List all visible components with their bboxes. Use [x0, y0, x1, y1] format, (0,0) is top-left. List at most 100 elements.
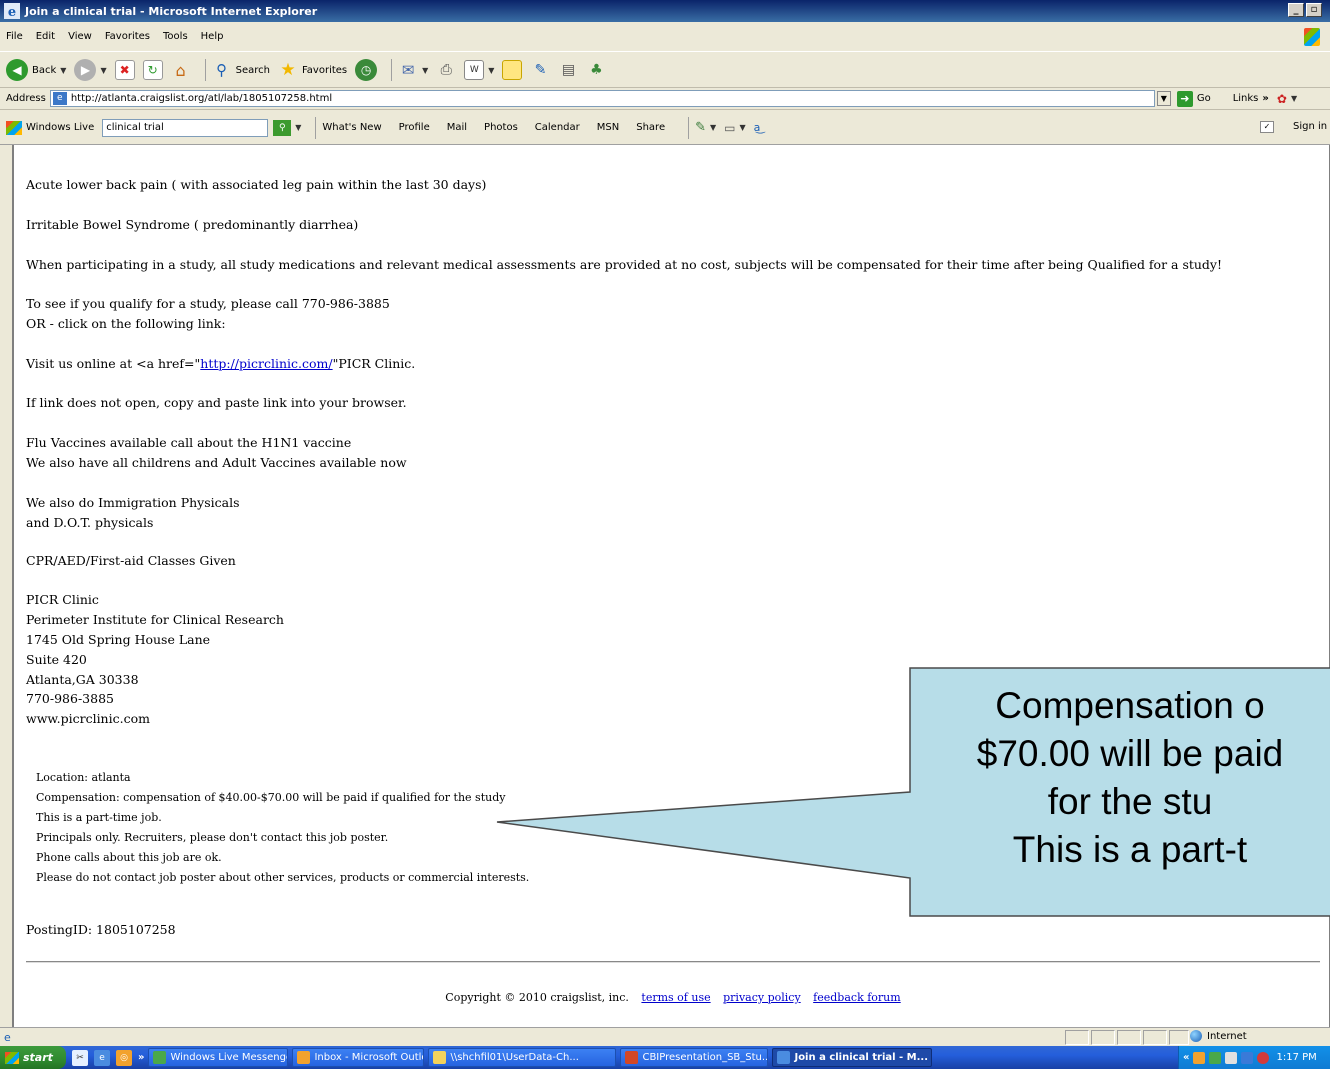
messenger-button[interactable]: ♣ — [586, 60, 606, 80]
favorites-button[interactable]: ★ Favorites — [278, 60, 347, 80]
detail-line: Compensation: compensation of $40.00-$70… — [36, 791, 506, 804]
live-tools-dropdown-icon[interactable]: ▼ — [710, 123, 716, 132]
address-dropdown-icon[interactable]: ▼ — [1156, 91, 1171, 106]
start-button[interactable]: start — [0, 1046, 66, 1069]
tray-outlook-icon[interactable] — [1193, 1051, 1206, 1064]
menu-view[interactable]: View — [68, 31, 92, 42]
back-button[interactable]: ◀ Back ▼ — [6, 59, 66, 81]
windows-logo-icon — [5, 1051, 19, 1064]
quick-launch-ie-icon[interactable]: e — [94, 1049, 110, 1066]
address-line: 1745 Old Spring House Lane — [26, 632, 211, 647]
minimize-button[interactable]: _ — [1288, 3, 1304, 17]
live-view-icon[interactable]: ▭ — [724, 121, 735, 135]
history-icon: ◷ — [355, 59, 378, 81]
quick-launch-tool-icon[interactable]: ✂ — [72, 1049, 88, 1066]
sign-in-link[interactable]: Sign in — [1293, 121, 1327, 132]
back-dropdown-icon[interactable]: ▼ — [60, 66, 66, 75]
forward-dropdown-icon[interactable]: ▼ — [100, 66, 106, 75]
tray-security-icon[interactable] — [1257, 1051, 1270, 1064]
stop-button[interactable]: ✖ — [114, 60, 135, 80]
maximize-button[interactable]: ▫ — [1306, 3, 1322, 17]
live-link-photos[interactable]: Photos — [484, 122, 518, 133]
print-button[interactable]: ⎙ — [436, 60, 456, 80]
quick-launch-chevron-icon[interactable]: » — [138, 1052, 144, 1063]
picr-clinic-link[interactable]: http://picrclinic.com/ — [200, 356, 332, 371]
toolbar-addon-icon[interactable]: ✿ — [1277, 92, 1287, 106]
chevron-right-icon[interactable]: » — [1262, 93, 1268, 104]
history-button[interactable]: ◷ — [355, 59, 378, 81]
home-button[interactable]: ⌂ — [171, 60, 191, 80]
menu-help[interactable]: Help — [201, 31, 224, 42]
task-powerpoint[interactable]: CBIPresentation_SB_Stu... — [620, 1048, 769, 1067]
live-view-dropdown-icon[interactable]: ▼ — [740, 123, 746, 132]
feedback-forum-link[interactable]: feedback forum — [813, 991, 901, 1004]
address-line: PICR Clinic — [26, 592, 99, 607]
status-bar: e Internet — [0, 1027, 1330, 1046]
tray-expand-icon[interactable]: « — [1183, 1052, 1189, 1063]
live-link-calendar[interactable]: Calendar — [535, 122, 580, 133]
notes-icon — [502, 60, 523, 80]
favorites-star-icon: ★ — [280, 60, 296, 80]
task-windows-live-messenger[interactable]: Windows Live Messenger — [148, 1048, 289, 1067]
refresh-button[interactable]: ↻ — [142, 60, 163, 80]
live-link-mail[interactable]: Mail — [447, 122, 467, 133]
forward-button[interactable]: ▶ ▼ — [74, 59, 107, 81]
posting-id: PostingID: 1805107258 — [26, 922, 176, 937]
content-line: and D.O.T. physicals — [26, 515, 154, 530]
addon-dropdown-icon[interactable]: ▼ — [1291, 94, 1297, 103]
links-label[interactable]: Links — [1233, 93, 1259, 104]
print-icon: ⎙ — [440, 62, 452, 78]
visit-prefix: Visit us online at <a href=" — [26, 356, 201, 371]
search-button[interactable]: ⚲ Search — [212, 60, 270, 80]
task-explorer-folder[interactable]: \\shchfil01\UserData-Ch... — [428, 1048, 617, 1067]
globe-icon — [1190, 1030, 1202, 1042]
live-link-msn[interactable]: MSN — [597, 122, 619, 133]
ie-icon: e — [4, 3, 20, 19]
live-search-input[interactable] — [102, 118, 269, 137]
favorites-label: Favorites — [301, 64, 348, 76]
pen-button[interactable]: ✎ — [530, 60, 550, 80]
quick-launch-outlook-icon[interactable]: ◎ — [116, 1049, 132, 1066]
privacy-policy-link[interactable]: privacy policy — [723, 991, 801, 1004]
toolbar-separator — [688, 116, 690, 139]
notes-button[interactable] — [502, 60, 523, 80]
task-outlook[interactable]: Inbox - Microsoft Outlook — [292, 1048, 425, 1067]
live-tools-icon[interactable]: ✎ — [695, 120, 706, 135]
live-link-whats-new[interactable]: What's New — [322, 122, 381, 133]
toolbar-separator — [204, 59, 206, 81]
clock[interactable]: 1:17 PM — [1276, 1052, 1316, 1063]
menu-tools[interactable]: Tools — [163, 31, 188, 42]
live-link-share[interactable]: Share — [636, 122, 665, 133]
title-bar[interactable]: e Join a clinical trial - Microsoft Inte… — [0, 0, 1330, 22]
go-button[interactable]: ➜ Go — [1176, 90, 1211, 107]
edit-dropdown-icon[interactable]: ▼ — [488, 66, 494, 75]
edit-button[interactable]: W ▼ — [464, 60, 494, 80]
tray-app-icon[interactable] — [1241, 1051, 1254, 1064]
research-button[interactable]: ▤ — [558, 60, 578, 80]
address-input[interactable]: e http://atlanta.craigslist.org/atl/lab/… — [49, 90, 1155, 107]
menu-file[interactable]: File — [6, 31, 23, 42]
address-line: Atlanta,GA 30338 — [26, 672, 139, 687]
live-link-profile[interactable]: Profile — [399, 122, 430, 133]
tray-volume-icon[interactable] — [1225, 1051, 1238, 1064]
detail-line: Please do not contact job poster about o… — [36, 871, 530, 884]
mail-dropdown-icon[interactable]: ▼ — [422, 66, 428, 75]
live-search-dropdown-icon[interactable]: ▼ — [295, 123, 301, 132]
windows-live-label: Windows Live — [26, 122, 95, 133]
address-line: 770-986-3885 — [26, 691, 114, 706]
translate-icon[interactable]: a͜ — [754, 121, 761, 134]
standard-toolbar: ◀ Back ▼ ▶ ▼ ✖ ↻ ⌂ ⚲ Search ★ Favorites … — [0, 53, 1330, 88]
content-line: CPR/AED/First-aid Classes Given — [26, 553, 236, 568]
back-arrow-icon: ◀ — [6, 59, 28, 81]
menu-favorites[interactable]: Favorites — [105, 31, 150, 42]
mail-button[interactable]: ✉ ▼ — [398, 60, 428, 80]
windows-live-toolbar: Windows Live ⚲ ▼ What's New Profile Mail… — [0, 111, 1330, 145]
go-label: Go — [1196, 93, 1211, 104]
task-internet-explorer[interactable]: Join a clinical trial - M... — [772, 1048, 933, 1067]
live-search-icon[interactable]: ⚲ — [273, 119, 292, 136]
tray-network-icon[interactable] — [1209, 1051, 1222, 1064]
menu-edit[interactable]: Edit — [36, 31, 55, 42]
terms-of-use-link[interactable]: terms of use — [641, 991, 710, 1004]
toolbar-separator — [315, 116, 317, 139]
task-label: Inbox - Microsoft Outlook — [314, 1052, 423, 1063]
